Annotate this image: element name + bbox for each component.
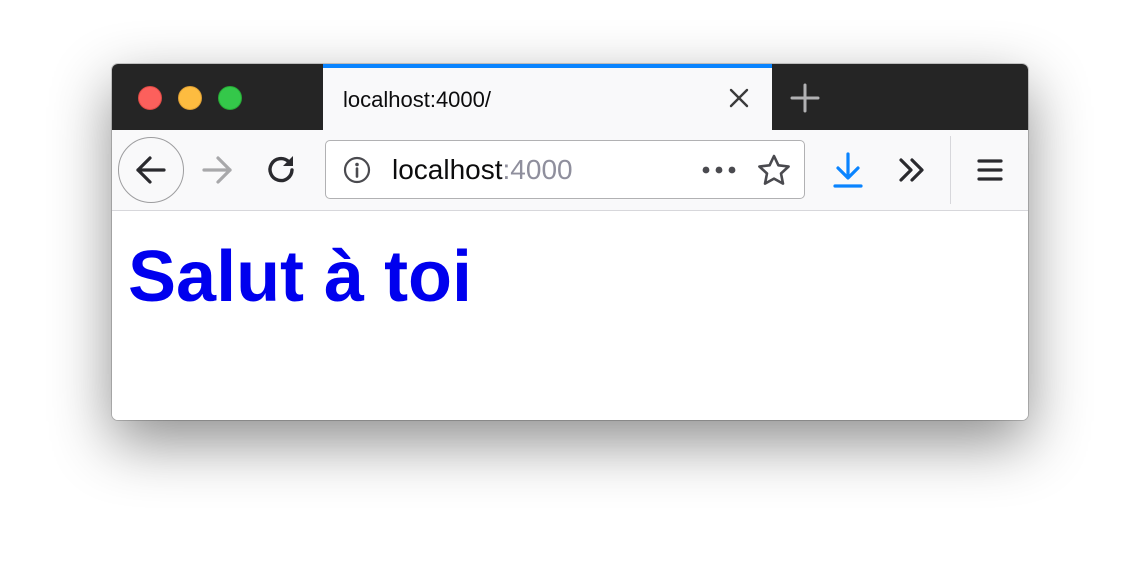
back-button[interactable]	[118, 137, 184, 203]
title-bar: localhost:4000/	[112, 64, 1028, 130]
reload-icon	[264, 152, 300, 188]
url-text: localhost:4000	[392, 154, 573, 186]
ellipsis-icon[interactable]	[699, 157, 739, 183]
url-bar[interactable]: localhost:4000	[325, 140, 805, 199]
page-heading: Salut à toi	[128, 237, 473, 317]
menu-button[interactable]	[970, 150, 1010, 190]
toolbar-separator	[950, 136, 951, 204]
info-icon[interactable]	[342, 155, 372, 185]
arrow-left-icon	[133, 152, 169, 188]
arrow-right-icon	[200, 152, 236, 188]
plus-icon[interactable]	[788, 81, 822, 115]
page-content: Salut à toi	[112, 211, 1028, 420]
chevron-double-right-icon	[894, 152, 930, 188]
tab-active-indicator	[323, 64, 772, 68]
url-port: :4000	[502, 154, 573, 185]
reload-button[interactable]	[262, 150, 302, 190]
browser-window: localhost:4000/ localhost:4000 Salut à t…	[112, 64, 1028, 420]
window-zoom-button[interactable]	[218, 86, 242, 110]
url-host: localhost	[392, 154, 503, 185]
download-button[interactable]	[828, 148, 868, 192]
download-icon	[830, 150, 866, 190]
window-minimize-button[interactable]	[178, 86, 202, 110]
tab-active[interactable]: localhost:4000/	[323, 64, 772, 130]
close-icon[interactable]	[726, 85, 752, 111]
navigation-toolbar: localhost:4000	[112, 130, 1028, 211]
overflow-menu-button[interactable]	[892, 150, 932, 190]
hamburger-menu-icon	[972, 152, 1008, 188]
star-icon[interactable]	[756, 153, 792, 187]
window-close-button[interactable]	[138, 86, 162, 110]
tab-title: localhost:4000/	[343, 87, 491, 112]
forward-button[interactable]	[198, 150, 238, 190]
